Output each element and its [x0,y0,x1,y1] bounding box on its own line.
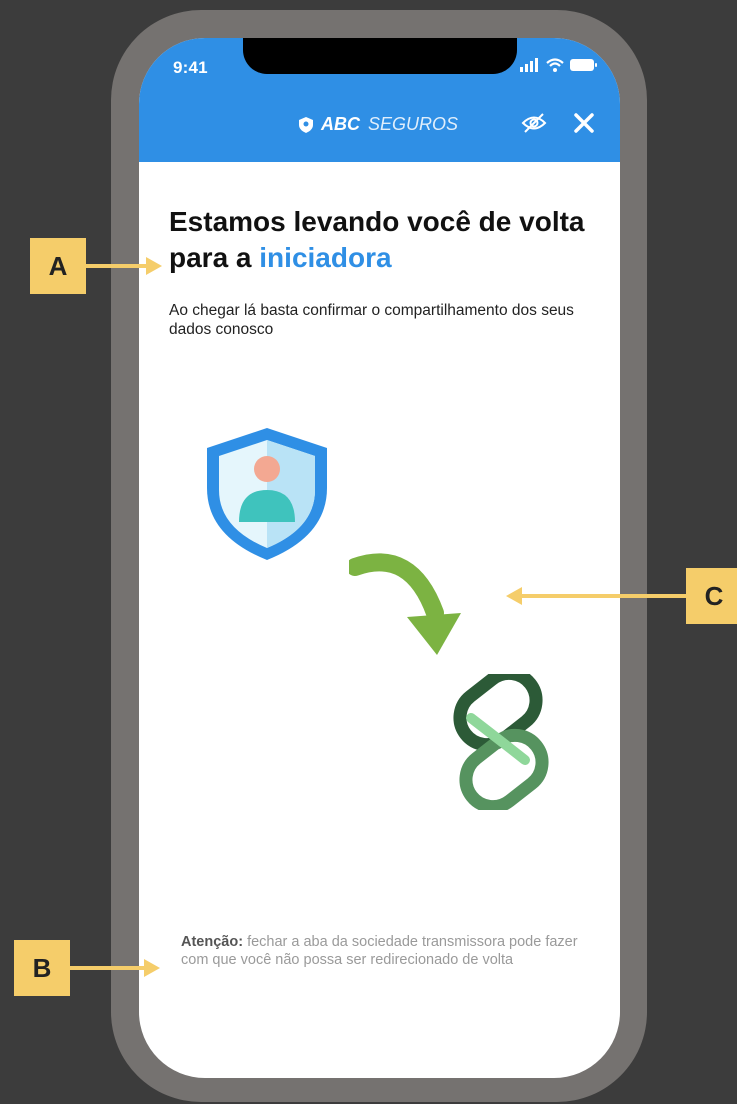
notch [243,38,517,74]
shield-logo-icon [299,116,313,133]
wifi-icon [546,58,564,72]
callout-b-arrowhead [144,959,160,977]
link-logo-icon [453,674,549,810]
status-time: 9:41 [173,58,208,77]
attention-note: Atenção: fechar a aba da sociedade trans… [181,933,601,969]
shield-user-icon [207,428,327,560]
callout-c-arrowhead [506,587,522,605]
page-title: Estamos levando você de volta para a ini… [169,204,589,276]
toggle-visibility-button[interactable] [521,112,547,139]
close-icon [574,113,594,133]
close-button[interactable] [573,112,595,139]
eye-off-icon [521,113,547,133]
callout-c-arrow [522,594,686,598]
brand-suffix: SEGUROS [368,114,459,134]
arrow-down-curve-icon [349,553,461,655]
callout-b-arrow [70,966,146,970]
callout-c: C [686,568,737,624]
callout-a: A [30,238,86,294]
phone-screen: 9:41 ABC SEGUROS Estamos levando você de… [139,38,620,1078]
status-icons [520,58,598,72]
title-accent: iniciadora [259,242,392,273]
page-subtitle: Ao chegar lá basta confirmar o compartil… [169,302,574,338]
battery-icon [570,59,597,71]
note-label: Atenção: [181,934,244,950]
callout-a-arrow [86,264,148,268]
signal-icon [520,58,538,72]
brand-logo: ABC SEGUROS [299,114,458,135]
callout-a-arrowhead [146,257,162,275]
callout-b: B [14,940,70,996]
brand-name: ABC [321,114,360,134]
app-header: 9:41 ABC SEGUROS [139,38,620,162]
